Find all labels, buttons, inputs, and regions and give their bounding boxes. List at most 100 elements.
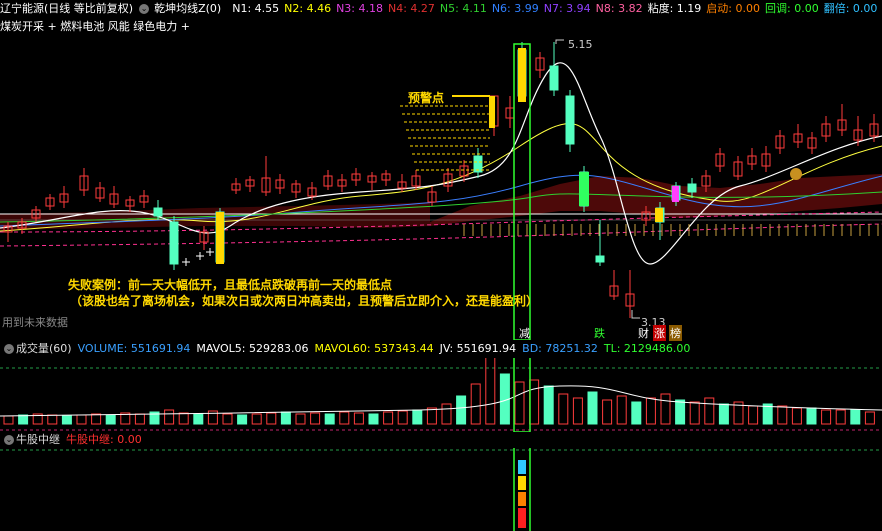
- volume-chart[interactable]: [0, 358, 882, 432]
- signal-reduce: 减: [519, 327, 530, 340]
- chevron-down-icon[interactable]: ⌄: [4, 344, 14, 354]
- volume-bar-11: [164, 409, 175, 425]
- volume-bar-15: [222, 413, 233, 425]
- volume-bar-39: [572, 397, 583, 425]
- volume-bar-48: [704, 397, 715, 425]
- bd-value: BD: 78251.32: [522, 342, 598, 355]
- relay-bar-red: [518, 508, 526, 528]
- relay-bar-yellow: [518, 476, 526, 490]
- volume-bar-22: [324, 413, 335, 425]
- candle-11: [169, 221, 179, 265]
- relay-value: 牛股中继: 0.00: [66, 433, 142, 446]
- indicator-value-6: N7: 3.94: [543, 2, 591, 15]
- volume-bar-3: [47, 414, 58, 425]
- volume-bar-42: [616, 395, 627, 425]
- cross-mark-0: [182, 258, 190, 266]
- failure-case-line2: （该股也给了离场机会，如果次日或次两日冲高卖出，且预警后立即介入，还是能盈利）: [70, 294, 539, 308]
- candle-38: [595, 255, 605, 263]
- cross-mark-1: [196, 252, 204, 260]
- signal-rise: 涨: [653, 325, 666, 341]
- candle-44: [687, 183, 697, 193]
- volume-bar-16: [237, 414, 248, 425]
- volume-bar-26: [383, 411, 394, 425]
- indicator-value-0: N1: 4.55: [232, 2, 280, 15]
- volume-bar-57: [835, 409, 846, 425]
- volume-bar-51: [748, 405, 759, 425]
- indicator-value-5: N6: 3.99: [491, 2, 539, 15]
- relay-chart[interactable]: [0, 448, 882, 531]
- mavol5-line: [0, 385, 882, 417]
- volume-bar-5: [76, 414, 87, 425]
- cross-mark-2: [206, 248, 214, 256]
- volume-bar-23: [339, 411, 350, 425]
- signal-wealth: 财: [638, 327, 649, 340]
- indicator-value-11: 翻倍: 0.00: [823, 2, 878, 15]
- volume-title[interactable]: 成交量(60): [16, 342, 72, 355]
- volume-bar-13: [193, 413, 204, 425]
- volume-bar-7: [105, 414, 116, 425]
- volume-bar-35: [514, 381, 525, 425]
- indicator-values: N1: 4.55 N2: 4.46 N3: 4.18 N4: 4.27 N5: 4.11…: [226, 2, 882, 15]
- volume-bar-25: [368, 413, 379, 425]
- indicator-value-10: 回调: 0.00: [765, 2, 819, 15]
- chevron-down-icon[interactable]: ⌄: [139, 4, 150, 14]
- volume-bar-45: [660, 393, 671, 425]
- volume-bar-12: [178, 412, 189, 425]
- indicator-header: 辽宁能源(日线 等比前复权) ⌄ 乾坤均线Z(0) N1: 4.55 N2: 4.46 N…: [0, 2, 882, 16]
- warning-candle-left: [216, 212, 224, 264]
- relay-title[interactable]: 牛股中继: [16, 433, 60, 446]
- volume-bar-44: [645, 397, 656, 425]
- relay-header: ⌄ 牛股中继 牛股中继: 0.00: [0, 433, 148, 447]
- coin-icon: [790, 168, 802, 180]
- warning-candle: [518, 48, 526, 102]
- chevron-down-icon[interactable]: ⌄: [4, 435, 14, 445]
- volume-bar-58: [850, 409, 861, 425]
- relay-bar-orange: [518, 492, 526, 506]
- indicator-name[interactable]: 乾坤均线Z(0): [154, 2, 221, 15]
- volume-bar-54: [791, 407, 802, 425]
- magenta-candle: [672, 186, 679, 202]
- volume-bar-41: [602, 399, 613, 425]
- volume-bar-56: [821, 409, 832, 425]
- signal-list: 榜: [669, 325, 682, 341]
- volume-bar-49: [718, 403, 729, 425]
- volume-bar-31: [456, 395, 467, 425]
- indicator-value-4: N5: 4.11: [439, 2, 487, 15]
- volume-bar-18: [266, 412, 277, 425]
- volume-bar-27: [397, 410, 408, 425]
- candle-35: [549, 65, 559, 91]
- signal-fall: 跌: [594, 327, 605, 340]
- volume-bar-53: [777, 405, 788, 425]
- indicator-value-2: N3: 4.18: [336, 2, 383, 15]
- high-price-label: 5.15: [568, 38, 593, 51]
- volume-bar-32: [470, 383, 481, 425]
- relay-bar-blue: [518, 460, 526, 474]
- green-block: [579, 172, 589, 206]
- volume-bar-21: [310, 412, 321, 425]
- indicator-value-1: N2: 4.46: [284, 2, 332, 15]
- mavol5-value: MAVOL5: 529283.06: [196, 342, 309, 355]
- mavol60-value: MAVOL60: 537343.44: [314, 342, 434, 355]
- volume-bar-43: [631, 401, 642, 425]
- warning-bar: [489, 96, 495, 128]
- volume-bar-6: [91, 413, 102, 425]
- future-data-note: 用到未来数据: [2, 316, 68, 329]
- volume-bar-55: [806, 407, 817, 425]
- volume-bar-36: [529, 379, 540, 425]
- volume-bar-0: [3, 415, 14, 425]
- warning-candle-right: [655, 208, 663, 222]
- concept-tags[interactable]: 煤炭开采 + 燃料电池 风能 绿色电力 +: [0, 20, 190, 34]
- indicator-value-3: N4: 4.27: [387, 2, 435, 15]
- stock-title[interactable]: 辽宁能源(日线 等比前复权): [0, 2, 133, 15]
- volume-bar-28: [412, 409, 423, 425]
- vol-highlight-box: [513, 358, 531, 432]
- low-pointer: [631, 310, 640, 319]
- candle-36: [565, 95, 575, 145]
- volume-bar-37: [543, 385, 554, 425]
- volume-bar-24: [353, 412, 364, 425]
- volume-bar-30: [441, 403, 452, 425]
- volume-bar-1: [18, 414, 29, 425]
- indicator-value-8: 粘度: 1.19: [647, 2, 702, 15]
- candle-10: [153, 207, 163, 217]
- jv-value: JV: 551691.94: [439, 342, 517, 355]
